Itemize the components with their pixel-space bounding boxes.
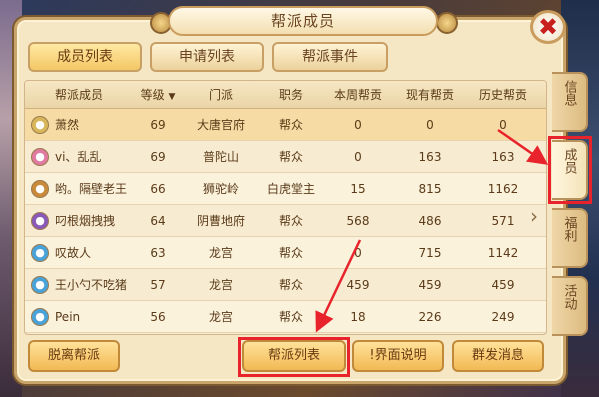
member-school: 龙宫	[208, 246, 233, 260]
side-tab-info[interactable]: 信息	[552, 72, 588, 132]
member-avatar-icon: ●	[31, 116, 49, 134]
highlight-box-guild-list	[238, 337, 350, 377]
member-level: 64	[150, 214, 166, 228]
member-avatar-icon: ●	[31, 308, 49, 326]
member-history-contribution: 0	[499, 118, 507, 132]
close-icon[interactable]: ✖	[530, 10, 566, 44]
col-role[interactable]: 职务	[259, 81, 323, 109]
side-tab-welfare[interactable]: 福利	[552, 208, 588, 268]
member-history-contribution: 571	[491, 214, 515, 228]
member-history-contribution: 1162	[487, 182, 519, 196]
member-school: 普陀山	[202, 150, 239, 164]
col-school[interactable]: 门派	[183, 81, 259, 109]
col-member[interactable]: 帮派成员	[25, 81, 133, 109]
col-level-label: 等级	[140, 88, 165, 102]
member-current-contribution: 459	[418, 278, 442, 292]
member-week-contribution: 568	[346, 214, 370, 228]
tab-member-list[interactable]: 成员列表	[28, 42, 142, 72]
member-name: 萧然	[55, 118, 80, 132]
member-current-contribution: 163	[418, 150, 442, 164]
member-school: 阴曹地府	[196, 214, 245, 228]
page-title: 帮派成员	[168, 6, 438, 36]
member-history-contribution: 163	[491, 150, 515, 164]
member-level: 69	[150, 150, 166, 164]
side-tab-activity-label: 活动	[561, 284, 577, 310]
member-name: 王小勺不吃猪	[55, 278, 128, 292]
member-current-contribution: 815	[418, 182, 442, 196]
member-role: 帮众	[278, 214, 303, 228]
member-avatar-icon: ●	[31, 180, 49, 198]
side-tab-activity[interactable]: 活动	[552, 276, 588, 336]
title-ornament-right-icon	[436, 12, 458, 34]
member-level: 69	[150, 118, 166, 132]
member-avatar-icon: ●	[31, 244, 49, 262]
member-current-contribution: 715	[418, 246, 442, 260]
col-level[interactable]: 等级 ▼	[133, 81, 183, 109]
col-history-contribution[interactable]: 历史帮贡	[467, 81, 539, 109]
table-row[interactable]: ● 叹故人 63 龙宫 帮众 0 715 1142	[25, 237, 546, 269]
member-history-contribution: 459	[491, 278, 515, 292]
member-week-contribution: 0	[354, 246, 362, 260]
sort-down-icon: ▼	[168, 92, 176, 102]
member-name: vi、乱乱	[55, 150, 102, 164]
table-row[interactable]: ● 哟。隔壁老王 66 狮驼岭 白虎堂主 15 815 1162	[25, 173, 546, 205]
member-name: 哟。隔壁老王	[55, 182, 128, 196]
member-name: Pein	[55, 310, 81, 324]
table-row[interactable]: ● 萧然 69 大唐官府 帮众 0 0 0	[25, 109, 546, 141]
member-level: 63	[150, 246, 166, 260]
table-row[interactable]: ● Pein 56 龙宫 帮众 18 226 249	[25, 301, 546, 333]
leave-guild-button[interactable]: 脱离帮派	[28, 340, 120, 372]
member-week-contribution: 459	[346, 278, 370, 292]
member-school: 大唐官府	[196, 118, 245, 132]
member-role: 帮众	[278, 118, 303, 132]
member-level: 57	[150, 278, 166, 292]
member-role: 白虎堂主	[266, 182, 315, 196]
member-avatar-icon: ●	[31, 148, 49, 166]
table-row[interactable]: ● 王小勺不吃猪 57 龙宫 帮众 459 459 459	[25, 269, 546, 301]
col-week-contribution[interactable]: 本周帮贡	[323, 81, 393, 109]
member-school: 狮驼岭	[202, 182, 239, 196]
member-history-contribution: 1142	[487, 246, 519, 260]
member-week-contribution: 0	[354, 118, 362, 132]
member-school: 龙宫	[208, 310, 233, 324]
side-tab-info-label: 信息	[561, 80, 577, 106]
col-current-contribution[interactable]: 现有帮贡	[393, 81, 467, 109]
tab-guild-events[interactable]: 帮派事件	[272, 42, 388, 72]
member-week-contribution: 15	[350, 182, 366, 196]
member-role: 帮众	[278, 310, 303, 324]
member-name: 叼根烟拽拽	[55, 214, 116, 228]
broadcast-message-button[interactable]: 群发消息	[452, 340, 544, 372]
member-current-contribution: 486	[418, 214, 442, 228]
member-avatar-icon: ●	[31, 212, 49, 230]
table-row[interactable]: ● 叼根烟拽拽 64 阴曹地府 帮众 568 486 571	[25, 205, 546, 237]
member-current-contribution: 226	[418, 310, 442, 324]
member-level: 66	[150, 182, 166, 196]
next-page-chevron-icon[interactable]: ›	[530, 204, 538, 228]
member-avatar-icon: ●	[31, 276, 49, 294]
side-tab-welfare-label: 福利	[561, 216, 577, 242]
help-button[interactable]: !界面说明	[352, 340, 444, 372]
member-level: 56	[150, 310, 166, 324]
member-school: 龙宫	[208, 278, 233, 292]
member-role: 帮众	[278, 150, 303, 164]
member-week-contribution: 18	[350, 310, 366, 324]
member-week-contribution: 0	[354, 150, 362, 164]
tab-application-list[interactable]: 申请列表	[150, 42, 264, 72]
member-role: 帮众	[278, 246, 303, 260]
highlight-box-members-tab	[548, 136, 592, 204]
members-table: 帮派成员 等级 ▼ 门派 职务 本周帮贡 现有帮贡 历史帮贡 ● 萧然 69 大…	[24, 80, 547, 335]
member-role: 帮众	[278, 278, 303, 292]
table-header: 帮派成员 等级 ▼ 门派 职务 本周帮贡 现有帮贡 历史帮贡	[25, 81, 546, 109]
member-current-contribution: 0	[426, 118, 434, 132]
member-history-contribution: 249	[491, 310, 515, 324]
member-name: 叹故人	[55, 246, 92, 260]
table-row[interactable]: ● vi、乱乱 69 普陀山 帮众 0 163 163	[25, 141, 546, 173]
